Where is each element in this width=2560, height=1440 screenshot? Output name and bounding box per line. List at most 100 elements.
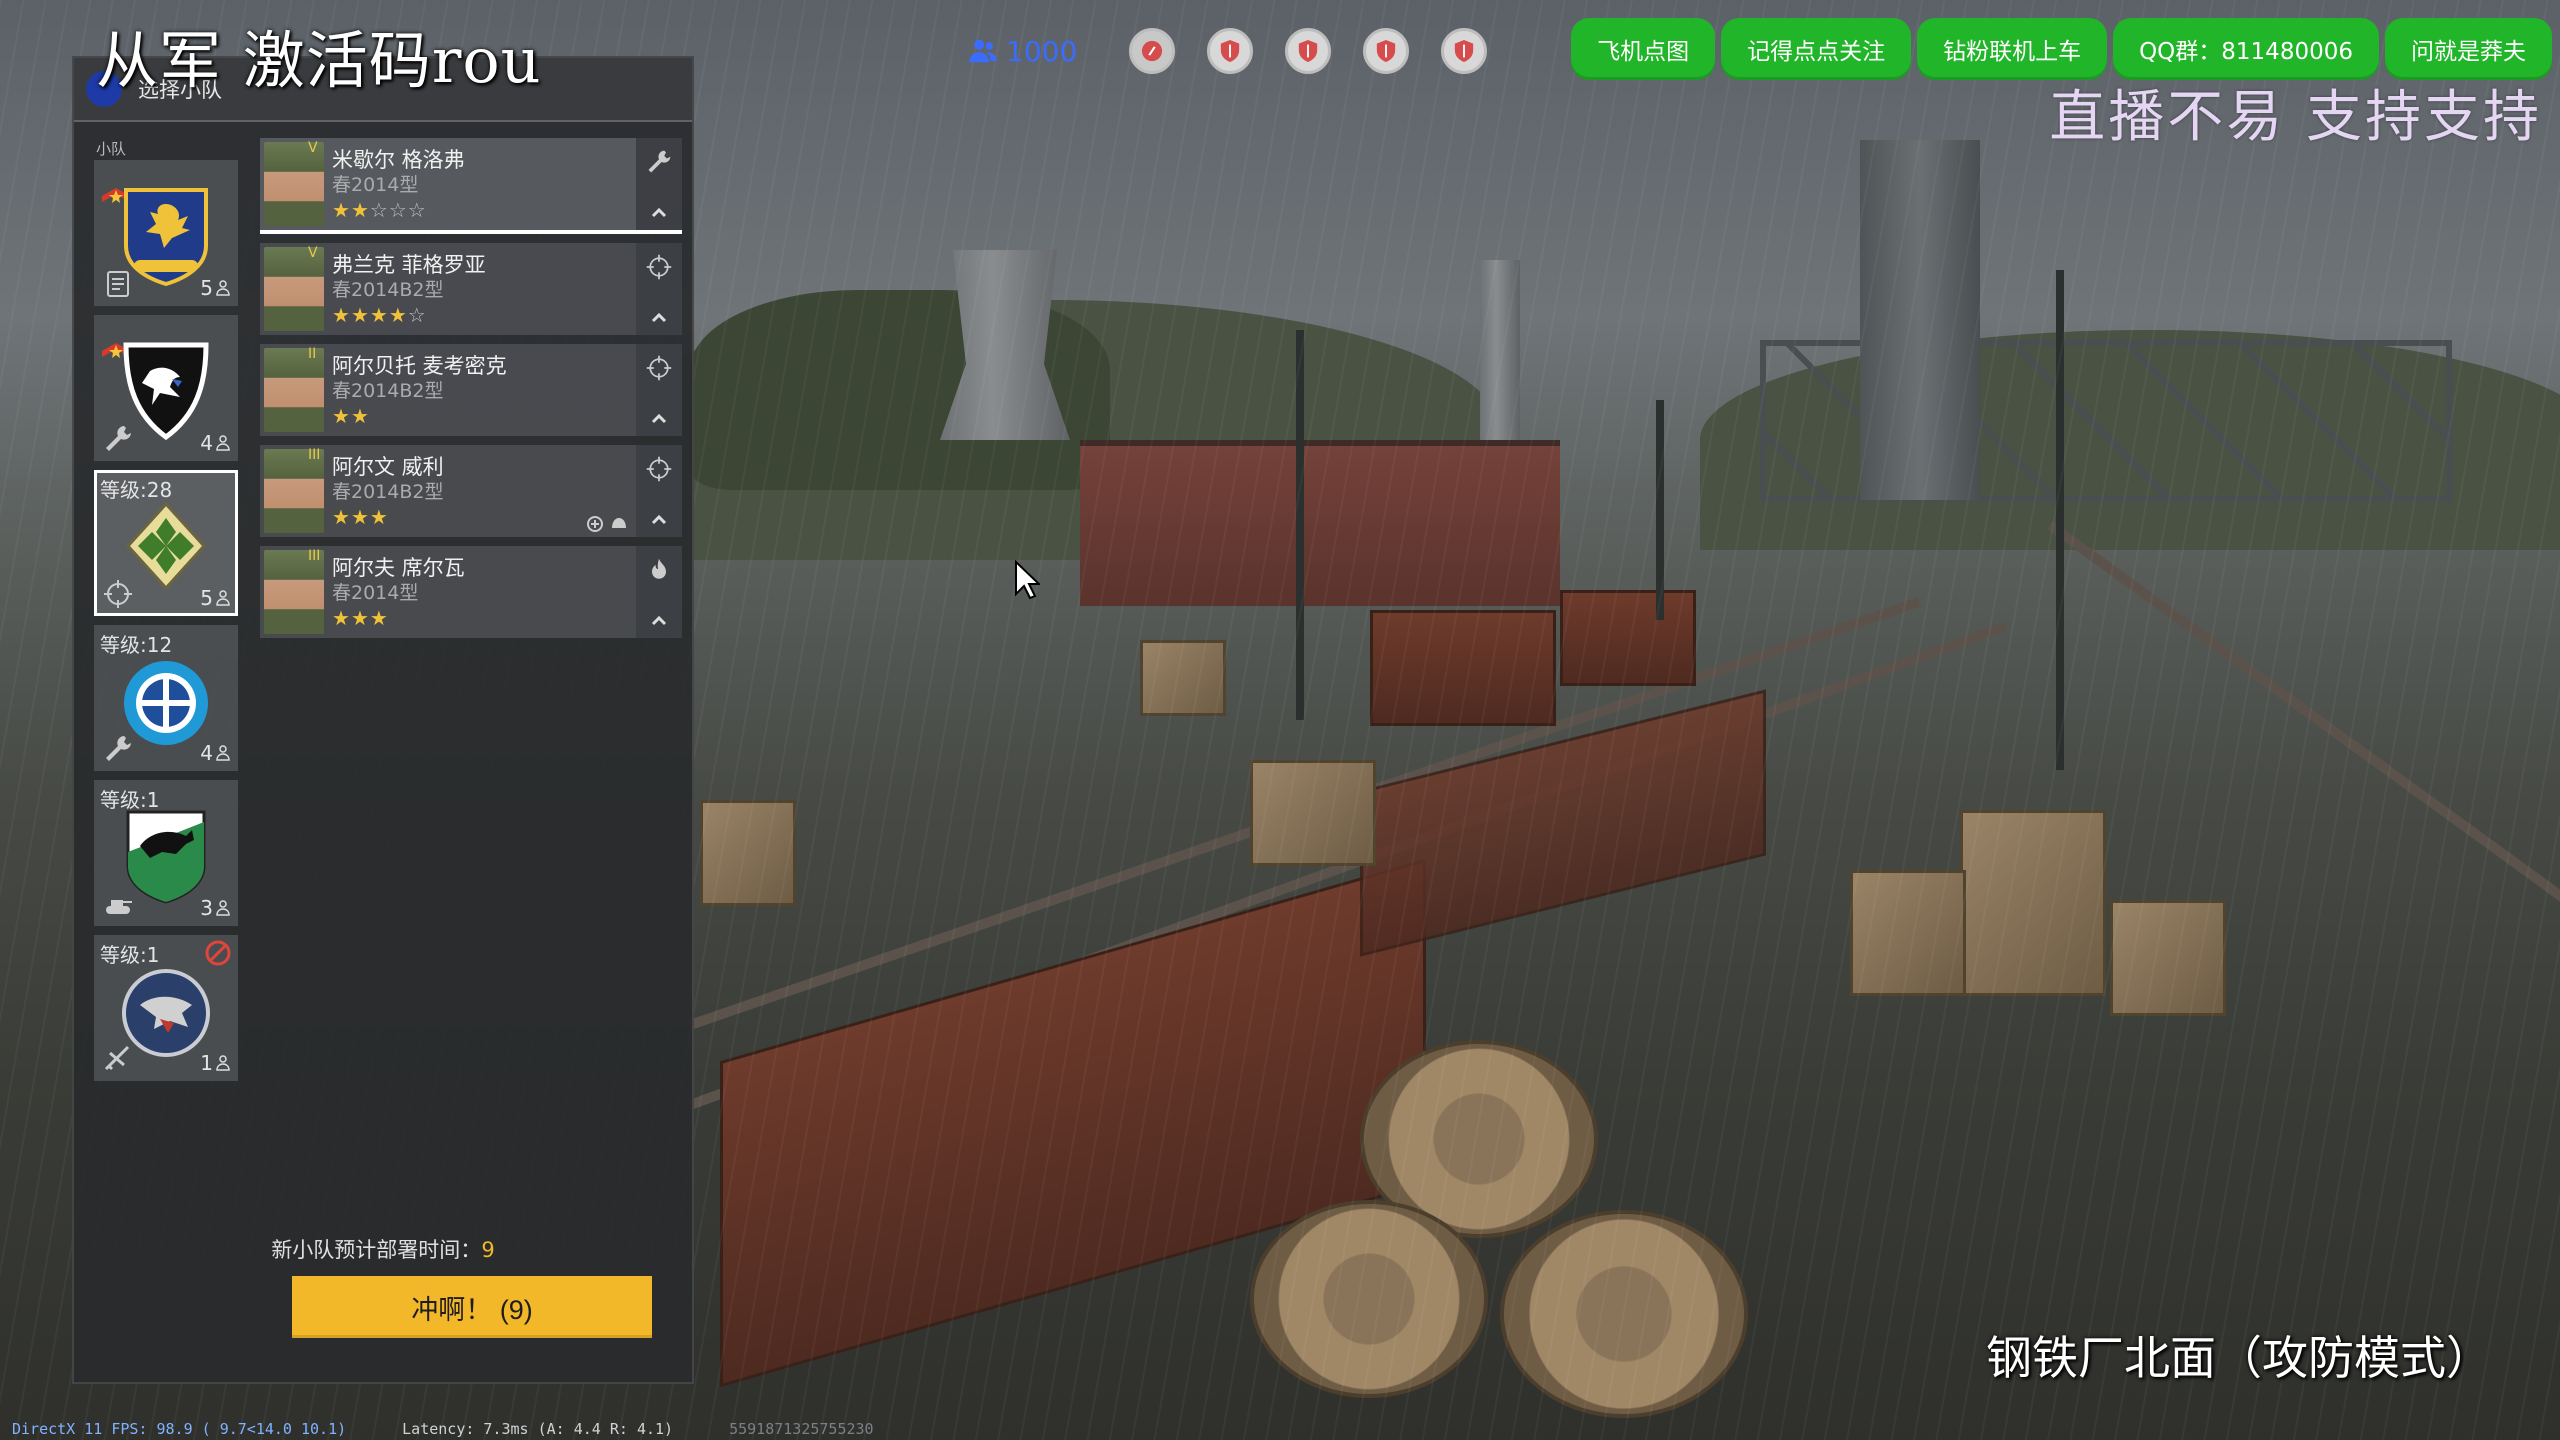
soldier-row[interactable]: III 阿尔文 威利 春2014B2型 ★★★ <box>260 445 682 537</box>
soldier-list: V 米歇尔 格洛弗 春2014型 ★★☆☆☆ V 弗兰克 菲格罗亚 春2014B… <box>260 138 682 647</box>
soldier-row[interactable]: II 阿尔贝托 麦考密克 春2014B2型 ★★ <box>260 344 682 436</box>
soldier-weapon: 春2014B2型 <box>332 279 444 301</box>
stream-title: 从军 激活码rou <box>96 24 542 97</box>
map-button[interactable]: 飞机点图 <box>1571 18 1716 80</box>
squad-size-value: 4 <box>200 741 213 765</box>
wrench-icon <box>106 736 131 761</box>
crosshair-icon <box>646 456 672 482</box>
star-filled-icon: ★ <box>388 303 408 327</box>
soldier-row[interactable]: III 阿尔夫 席尔瓦 春2014型 ★★★ <box>260 546 682 638</box>
crosshair-icon <box>646 254 672 280</box>
stream-slogan: 直播不易 支持支持 <box>2049 85 2542 150</box>
wrench-icon <box>648 150 671 173</box>
soldier-perks <box>586 515 628 533</box>
chevron-up-icon[interactable] <box>650 309 668 327</box>
squad-size-value: 5 <box>200 276 213 300</box>
star-filled-icon: ★ <box>332 198 351 222</box>
star-empty-icon: ☆ <box>369 198 389 222</box>
squad-size-value: 1 <box>200 1051 213 1075</box>
person-icon <box>216 590 230 606</box>
debug-fps: DirectX 11 FPS: 98.9 ( 9.7<14.0 10.1) <box>12 1420 347 1438</box>
players-icon <box>969 39 997 63</box>
soldier-side <box>636 445 682 537</box>
star-filled-icon: ★ <box>350 303 370 327</box>
chevron-up-icon[interactable] <box>650 410 668 428</box>
player-count-value: 1000 <box>1006 34 1078 68</box>
lock-icon <box>1142 40 1163 62</box>
stream-buttons: 飞机点图 记得点点关注 钻粉联机上车 QQ群：811480006 问就是莽夫 <box>1571 18 2552 80</box>
squads-label: 小队 <box>96 140 127 158</box>
soldier-row[interactable]: V 米歇尔 格洛弗 春2014型 ★★☆☆☆ <box>260 138 682 234</box>
squad-card[interactable]: 等级:1 1 <box>94 935 238 1081</box>
soldier-stars: ★★★ <box>332 505 389 529</box>
squad-card[interactable]: 等级:12 4 <box>94 625 238 771</box>
wrench-icon <box>106 426 131 451</box>
star-filled-icon: ★ <box>350 606 370 630</box>
shield-icon <box>1455 40 1474 62</box>
squad-list: 小队 5 4 等级:28 5 等级:12 4 等级:1 3 等级:1 1 <box>94 138 238 1090</box>
star-filled-icon: ★ <box>332 505 351 529</box>
debug-bar: DirectX 11 FPS: 98.9 ( 9.7<14.0 10.1) La… <box>12 1420 874 1438</box>
chevron-up-icon[interactable] <box>650 204 668 222</box>
squad-card[interactable]: 等级:1 3 <box>94 780 238 926</box>
soldier-weapon: 春2014型 <box>332 582 419 604</box>
soldier-side <box>636 546 682 638</box>
squad-card[interactable]: 4 <box>94 315 238 461</box>
squad-size-value: 3 <box>200 896 213 920</box>
squad-size: 5 <box>200 586 230 610</box>
debug-latency: Latency: 7.3ms (A: 4.4 R: 4.1) <box>402 1420 674 1438</box>
squad-size-value: 5 <box>200 586 213 610</box>
plus-circle-icon <box>587 516 603 532</box>
person-icon <box>216 435 230 451</box>
star-empty-icon: ☆ <box>388 198 408 222</box>
star-empty-icon: ☆ <box>407 198 427 222</box>
objective-c[interactable] <box>1285 28 1332 74</box>
soldier-tier: V <box>308 140 318 156</box>
chevron-up-icon[interactable] <box>650 511 668 529</box>
person-icon <box>216 1055 230 1071</box>
objective-a[interactable] <box>1129 28 1176 74</box>
squad-size: 4 <box>200 431 230 455</box>
star-filled-icon: ★ <box>350 505 370 529</box>
follow-button[interactable]: 记得点点关注 <box>1721 18 1912 80</box>
objective-b[interactable] <box>1207 28 1254 74</box>
star-filled-icon: ★ <box>369 606 389 630</box>
helmet-icon <box>612 518 626 528</box>
person-icon <box>216 280 230 296</box>
squad-card-selected[interactable]: 等级:28 5 <box>94 470 238 616</box>
star-filled-icon: ★ <box>350 198 370 222</box>
squad-size: 5 <box>200 276 230 300</box>
star-filled-icon: ★ <box>350 404 370 428</box>
objective-d[interactable] <box>1363 28 1410 74</box>
soldier-side <box>636 138 682 230</box>
person-icon <box>216 900 230 916</box>
charge-button[interactable]: 冲啊！ (9) <box>292 1276 652 1338</box>
qq-group-button[interactable]: QQ群：811480006 <box>2113 18 2379 80</box>
reckless-button[interactable]: 问就是莽夫 <box>2385 18 2552 80</box>
squad-card[interactable]: 5 <box>94 160 238 306</box>
star-filled-icon: ★ <box>332 303 351 327</box>
deploy-time: 新小队预计部署时间：9 <box>74 1234 692 1264</box>
soldier-weapon: 春2014型 <box>332 174 419 196</box>
flame-icon <box>652 558 666 579</box>
squad-size: 4 <box>200 741 230 765</box>
soldier-row[interactable]: V 弗兰克 菲格罗亚 春2014B2型 ★★★★☆ <box>260 243 682 335</box>
objective-e[interactable] <box>1441 28 1488 74</box>
deploy-time-label: 新小队预计部署时间： <box>271 1238 482 1262</box>
soldier-tier: II <box>308 346 317 362</box>
shield-icon <box>1299 40 1318 62</box>
engineer-list-icon <box>107 271 129 297</box>
soldier-side <box>636 243 682 335</box>
shield-icon <box>1221 40 1240 62</box>
star-empty-icon: ☆ <box>407 303 427 327</box>
player-count: 1000 <box>968 35 1077 68</box>
star-filled-icon: ★ <box>332 606 351 630</box>
tank-icon <box>106 900 132 914</box>
soldier-stars: ★★ <box>332 404 370 428</box>
join-button[interactable]: 钻粉联机上车 <box>1917 18 2108 80</box>
shield-icon <box>1377 40 1396 62</box>
mouse-cursor-icon <box>1015 560 1040 600</box>
person-icon <box>216 745 230 761</box>
chevron-up-icon[interactable] <box>650 612 668 630</box>
star-filled-icon: ★ <box>369 505 389 529</box>
